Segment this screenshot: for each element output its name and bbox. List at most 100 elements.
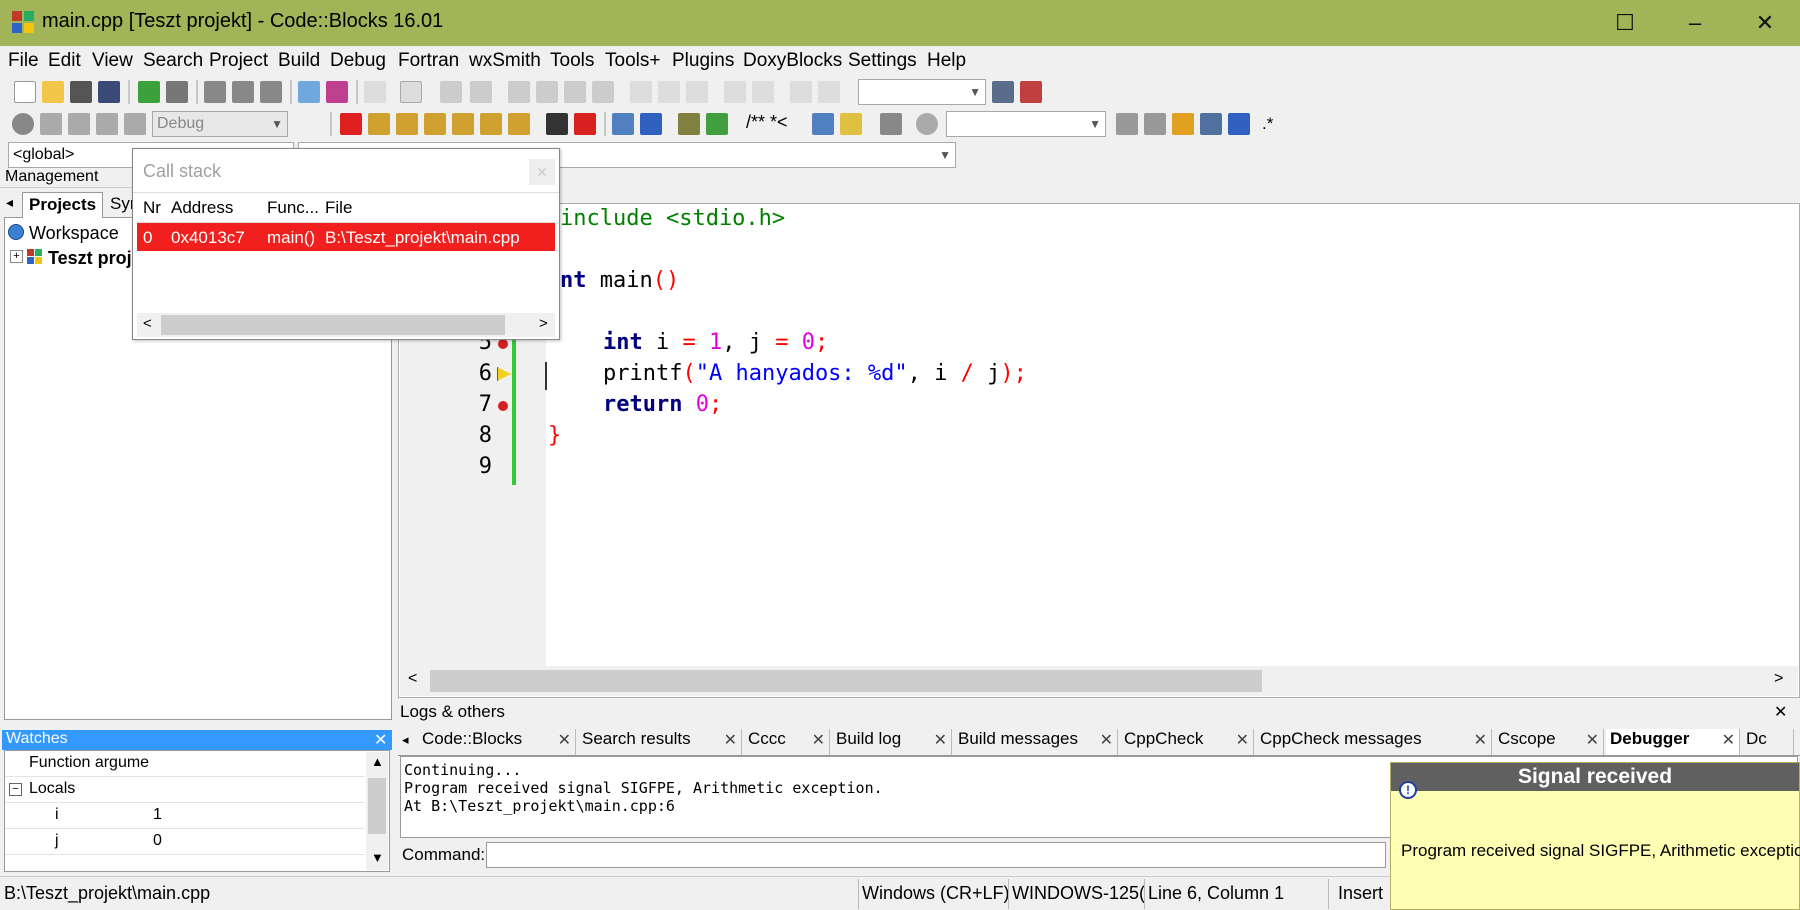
watch-row[interactable]: i 1: [5, 803, 365, 829]
copy-icon[interactable]: [232, 81, 254, 103]
doxy-extract-icon[interactable]: [678, 113, 700, 135]
workspace-item[interactable]: Workspace: [29, 223, 119, 244]
doxy-run-icon[interactable]: [706, 113, 728, 135]
debug-info-icon[interactable]: [640, 113, 662, 135]
menu-project[interactable]: Project: [209, 50, 268, 72]
editor-scroll-thumb[interactable]: [430, 670, 1262, 692]
menu-tools[interactable]: Tools: [550, 50, 594, 72]
wx-layout3-icon[interactable]: [686, 81, 708, 103]
col-function[interactable]: Func...: [267, 198, 319, 218]
wx-widget-icon[interactable]: [440, 81, 462, 103]
search-symbol-icon[interactable]: [992, 81, 1014, 103]
watches-scrollbar[interactable]: ▲ ▼: [366, 752, 388, 870]
breakpoint-icon[interactable]: [498, 339, 508, 349]
tab-build-log[interactable]: Build log ✕: [832, 729, 952, 755]
cut-icon[interactable]: [204, 81, 226, 103]
open-folder-icon[interactable]: [42, 81, 64, 103]
build-target-select[interactable]: Debug ▼: [152, 111, 288, 137]
doxy-html-icon[interactable]: [812, 113, 834, 135]
doxy-help-icon[interactable]: [840, 113, 862, 135]
watch-row[interactable]: − Locals: [5, 777, 365, 803]
menu-file[interactable]: File: [8, 50, 39, 72]
menu-tools-plus[interactable]: Tools+: [605, 50, 660, 72]
scroll-left-icon[interactable]: <: [408, 670, 417, 688]
project-item[interactable]: Teszt proj: [48, 248, 132, 269]
tab-projects[interactable]: Projects: [22, 192, 104, 218]
wx-sizer2-icon[interactable]: [536, 81, 558, 103]
watch-row[interactable]: Function argume: [5, 751, 365, 777]
menu-debug[interactable]: Debug: [330, 50, 386, 72]
menu-plugins[interactable]: Plugins: [672, 50, 734, 72]
select-icon[interactable]: [364, 81, 386, 103]
incremental-search-input[interactable]: ▼: [946, 111, 1106, 137]
menu-view[interactable]: View: [92, 50, 133, 72]
undo-icon[interactable]: [138, 81, 160, 103]
replace-icon[interactable]: [326, 81, 348, 103]
tab-codeblocks-log[interactable]: Code::Blocks ✕: [418, 729, 576, 755]
tab-cppcheck[interactable]: CppCheck ✕: [1120, 729, 1254, 755]
scroll-right-icon[interactable]: >: [1774, 670, 1783, 688]
next-instruction-icon[interactable]: [480, 113, 502, 135]
menu-doxyblocks[interactable]: DoxyBlocks: [743, 50, 842, 72]
editor-panel[interactable]: [398, 168, 1800, 698]
stop-debugger-icon[interactable]: [574, 113, 596, 135]
refresh-icon[interactable]: [818, 81, 840, 103]
menu-wxsmith[interactable]: wxSmith: [469, 50, 541, 72]
tab-cccc[interactable]: Cccc ✕: [744, 729, 830, 755]
tab-debugger[interactable]: Debugger ✕: [1606, 729, 1740, 755]
menu-edit[interactable]: Edit: [48, 50, 81, 72]
run-icon[interactable]: [40, 113, 62, 135]
zoom-in-icon[interactable]: [724, 81, 746, 103]
menu-fortran[interactable]: Fortran: [398, 50, 459, 72]
debugger-command-input[interactable]: [486, 842, 1386, 868]
menu-search[interactable]: Search: [143, 50, 203, 72]
expand-icon[interactable]: +: [10, 250, 23, 263]
abort-build-icon[interactable]: [124, 113, 146, 135]
save-all-icon[interactable]: [98, 81, 120, 103]
match-case-icon[interactable]: [1228, 113, 1250, 135]
run-to-cursor-icon[interactable]: [368, 113, 390, 135]
call-stack-close-icon[interactable]: ✕: [529, 159, 555, 185]
signal-received-popup[interactable]: Signal received ! Program received signa…: [1390, 762, 1800, 910]
call-stack-scrollbar[interactable]: < >: [137, 313, 555, 337]
paste-icon[interactable]: [260, 81, 282, 103]
doxy-config-icon[interactable]: [880, 113, 902, 135]
redo-icon[interactable]: [166, 81, 188, 103]
new-file-icon[interactable]: [14, 81, 36, 103]
zoom-out-icon[interactable]: [752, 81, 774, 103]
call-stack-row[interactable]: 0 0x4013c7 main() B:\Teszt_projekt\main.…: [137, 223, 555, 251]
logs-close-icon[interactable]: ✕: [1774, 702, 1787, 722]
debug-start-icon[interactable]: [340, 113, 362, 135]
col-file[interactable]: File: [325, 198, 352, 218]
tab-build-messages[interactable]: Build messages ✕: [954, 729, 1118, 755]
col-address[interactable]: Address: [171, 198, 233, 218]
tab-scroll-left-icon[interactable]: ◂: [6, 194, 13, 211]
tab-dc[interactable]: Dc: [1742, 729, 1794, 755]
next-line-icon[interactable]: [396, 113, 418, 135]
wx-panel-icon[interactable]: [400, 81, 422, 103]
breakpoint-icon[interactable]: [498, 401, 508, 411]
step-out-icon[interactable]: [452, 113, 474, 135]
doxy-comment-button[interactable]: /** *<: [746, 112, 788, 133]
wx-edit-icon[interactable]: [470, 81, 492, 103]
menu-settings[interactable]: Settings: [848, 50, 917, 72]
wx-sizer-icon[interactable]: [508, 81, 530, 103]
step-into-icon[interactable]: [424, 113, 446, 135]
save-icon[interactable]: [70, 81, 92, 103]
maximize-button[interactable]: ☐: [1590, 0, 1660, 46]
menu-help[interactable]: Help: [927, 50, 966, 72]
menu-build[interactable]: Build: [278, 50, 320, 72]
build-gear-icon[interactable]: [12, 113, 34, 135]
tab-cscope[interactable]: Cscope ✕: [1494, 729, 1604, 755]
find-icon[interactable]: [298, 81, 320, 103]
watch-row[interactable]: j 0: [5, 829, 365, 855]
pause-icon[interactable]: [546, 113, 568, 135]
step-instruction-icon[interactable]: [508, 113, 530, 135]
wx-sizer4-icon[interactable]: [592, 81, 614, 103]
wx-sizer3-icon[interactable]: [564, 81, 586, 103]
selected-text-icon[interactable]: [1200, 113, 1222, 135]
watches-close-icon[interactable]: ✕: [374, 730, 387, 750]
toolbar-combo[interactable]: ▼: [858, 79, 986, 105]
wx-layout2-icon[interactable]: [658, 81, 680, 103]
rebuild-icon[interactable]: [96, 113, 118, 135]
